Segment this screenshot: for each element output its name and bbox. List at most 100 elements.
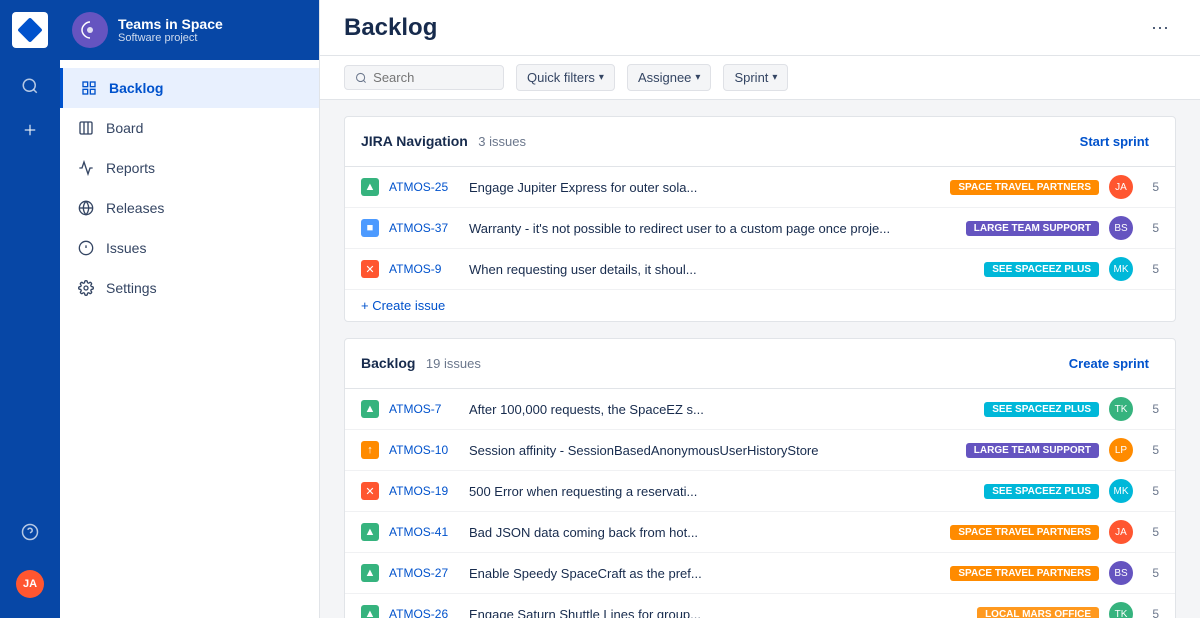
releases-icon: [76, 198, 96, 218]
issue-row: ▲ ATMOS-7 After 100,000 requests, the Sp…: [345, 389, 1175, 430]
backlog-section: Backlog 19 issues Create sprint ▲ ATMOS-…: [344, 338, 1176, 618]
issue-row: ↑ ATMOS-10 Session affinity - SessionBas…: [345, 430, 1175, 471]
issue-label: SPACE TRAVEL PARTNERS: [950, 525, 1099, 540]
sprint-header: JIRA Navigation 3 issues Start sprint: [345, 117, 1175, 167]
issue-id[interactable]: ATMOS-25: [389, 180, 459, 194]
issue-summary: Enable Speedy SpaceCraft as the pref...: [469, 566, 940, 581]
issue-row: ✕ ATMOS-19 500 Error when requesting a r…: [345, 471, 1175, 512]
assignee-avatar: LP: [1109, 438, 1133, 462]
sidebar: Teams in Space Software project Backlog …: [60, 0, 320, 618]
issue-label: LARGE TEAM SUPPORT: [966, 221, 1099, 236]
bug-icon: ✕: [361, 482, 379, 500]
issue-row: ▲ ATMOS-25 Engage Jupiter Express for ou…: [345, 167, 1175, 208]
task-icon: ■: [361, 219, 379, 237]
sidebar-nav: Backlog Board Reports Releases Issues: [60, 60, 319, 618]
issue-id[interactable]: ATMOS-19: [389, 484, 459, 498]
issue-label: SPACE TRAVEL PARTNERS: [950, 566, 1099, 581]
settings-icon: [76, 278, 96, 298]
sprint-title-area: JIRA Navigation 3 issues: [361, 133, 526, 151]
user-avatar-icon[interactable]: JA: [12, 566, 48, 602]
assignee-avatar: TK: [1109, 602, 1133, 618]
assignee-avatar: MK: [1109, 479, 1133, 503]
issue-id[interactable]: ATMOS-41: [389, 525, 459, 539]
sidebar-item-issues[interactable]: Issues: [60, 228, 319, 268]
sidebar-item-board[interactable]: Board: [60, 108, 319, 148]
issue-row: ■ ATMOS-37 Warranty - it's not possible …: [345, 208, 1175, 249]
backlog-title: Backlog: [361, 355, 415, 371]
sidebar-item-reports[interactable]: Reports: [60, 148, 319, 188]
sprint-section: JIRA Navigation 3 issues Start sprint ▲ …: [344, 116, 1176, 322]
help-icon[interactable]: [12, 514, 48, 550]
main-content: Backlog ··· Quick filters ▾ Assignee ▾ S…: [320, 0, 1200, 618]
issue-summary: Engage Jupiter Express for outer sola...: [469, 180, 940, 195]
story-icon: ▲: [361, 178, 379, 196]
story-points: 5: [1143, 566, 1159, 580]
search-box[interactable]: [344, 65, 504, 90]
issue-id[interactable]: ATMOS-37: [389, 221, 459, 235]
issue-label: LOCAL MARS OFFICE: [977, 607, 1099, 618]
story-points: 5: [1143, 180, 1159, 194]
sprint-filter-button[interactable]: Sprint ▾: [723, 64, 788, 91]
assignee-avatar: TK: [1109, 397, 1133, 421]
improvement-icon: ↑: [361, 441, 379, 459]
story-points: 5: [1143, 262, 1159, 276]
assignee-avatar: BS: [1109, 561, 1133, 585]
search-icon: [355, 71, 367, 85]
reports-label: Reports: [106, 160, 155, 176]
issue-label: LARGE TEAM SUPPORT: [966, 443, 1099, 458]
story-icon: ▲: [361, 605, 379, 618]
assignee-chevron: ▾: [695, 72, 700, 83]
start-sprint-button[interactable]: Start sprint: [1070, 129, 1159, 154]
backlog-title-area: Backlog 19 issues: [361, 355, 481, 373]
search-icon[interactable]: [12, 68, 48, 104]
assignee-avatar: JA: [1109, 520, 1133, 544]
story-points: 5: [1143, 402, 1159, 416]
sprint-chevron: ▾: [772, 72, 777, 83]
issue-summary: Warranty - it's not possible to redirect…: [469, 221, 956, 236]
search-input[interactable]: [373, 70, 493, 85]
icon-bar: JA: [0, 0, 60, 618]
issue-id[interactable]: ATMOS-7: [389, 402, 459, 416]
create-sprint-button[interactable]: Create sprint: [1059, 351, 1159, 376]
issue-id[interactable]: ATMOS-10: [389, 443, 459, 457]
issue-summary: 500 Error when requesting a reservati...: [469, 484, 974, 499]
issue-row: ▲ ATMOS-27 Enable Speedy SpaceCraft as t…: [345, 553, 1175, 594]
issue-label: SEE SPACEEZ PLUS: [984, 262, 1099, 277]
sidebar-item-backlog[interactable]: Backlog: [60, 68, 319, 108]
assignee-filter-button[interactable]: Assignee ▾: [627, 64, 712, 91]
issue-summary: After 100,000 requests, the SpaceEZ s...: [469, 402, 974, 417]
story-points: 5: [1143, 221, 1159, 235]
bug-icon: ✕: [361, 260, 379, 278]
issue-id[interactable]: ATMOS-9: [389, 262, 459, 276]
issue-label: SEE SPACEEZ PLUS: [984, 402, 1099, 417]
sprint-title: JIRA Navigation: [361, 133, 468, 149]
board-label: Board: [106, 120, 143, 136]
create-icon[interactable]: [12, 112, 48, 148]
quick-filters-button[interactable]: Quick filters ▾: [516, 64, 615, 91]
releases-label: Releases: [106, 200, 164, 216]
backlog-content: JIRA Navigation 3 issues Start sprint ▲ …: [320, 100, 1200, 618]
sprint-count: 3 issues: [478, 134, 526, 149]
app-logo[interactable]: [12, 12, 48, 48]
sidebar-item-settings[interactable]: Settings: [60, 268, 319, 308]
sidebar-item-releases[interactable]: Releases: [60, 188, 319, 228]
create-issue-button[interactable]: + Create issue: [345, 290, 1175, 321]
project-name: Teams in Space: [118, 16, 223, 32]
backlog-header: Backlog 19 issues Create sprint: [345, 339, 1175, 389]
issues-icon: [76, 238, 96, 258]
more-options-button[interactable]: ···: [1144, 12, 1176, 44]
issue-label: SEE SPACEEZ PLUS: [984, 484, 1099, 499]
board-icon: [76, 118, 96, 138]
issue-summary: Engage Saturn Shuttle Lines for group...: [469, 607, 967, 618]
assignee-avatar: MK: [1109, 257, 1133, 281]
issue-summary: Session affinity - SessionBasedAnonymous…: [469, 443, 956, 458]
sidebar-header: Teams in Space Software project: [60, 0, 319, 60]
issue-row: ✕ ATMOS-9 When requesting user details, …: [345, 249, 1175, 290]
issue-id[interactable]: ATMOS-27: [389, 566, 459, 580]
assignee-avatar: BS: [1109, 216, 1133, 240]
settings-label: Settings: [106, 280, 157, 296]
issue-id[interactable]: ATMOS-26: [389, 607, 459, 618]
issues-label: Issues: [106, 240, 146, 256]
project-avatar: [72, 12, 108, 48]
project-type: Software project: [118, 32, 223, 44]
